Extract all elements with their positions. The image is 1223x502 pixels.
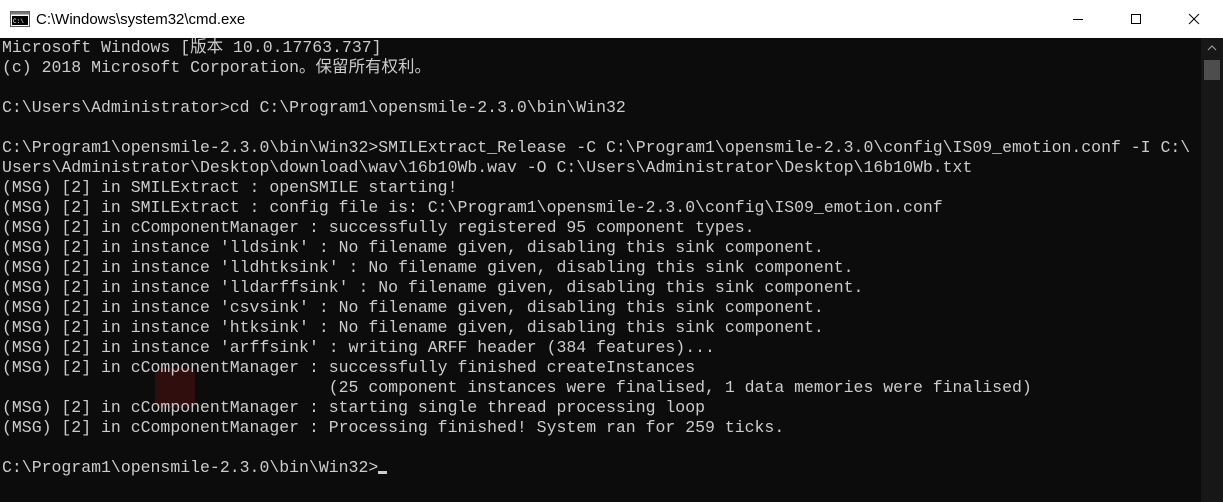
console-line: (MSG) [2] in cComponentManager : Process… — [2, 418, 785, 437]
console-line: (c) 2018 Microsoft Corporation。保留所有权利。 — [2, 58, 432, 77]
console-output[interactable]: Microsoft Windows [版本 10.0.17763.737] (c… — [0, 38, 1201, 502]
svg-text:C:\: C:\ — [13, 18, 24, 25]
vertical-scrollbar[interactable] — [1201, 38, 1223, 502]
console-line: (MSG) [2] in instance 'htksink' : No fil… — [2, 318, 824, 337]
console-line: (MSG) [2] in cComponentManager : success… — [2, 218, 755, 237]
scroll-thumb[interactable] — [1204, 60, 1220, 80]
window-controls — [1049, 0, 1223, 38]
cmd-window: C:\ C:\Windows\system32\cmd.exe Microsof… — [0, 0, 1223, 502]
chevron-up-icon — [1207, 45, 1217, 51]
console-line: Microsoft Windows [版本 10.0.17763.737] — [2, 38, 382, 57]
console-line: (MSG) [2] in cComponentManager : success… — [2, 358, 696, 377]
console-line: C:\Program1\opensmile-2.3.0\bin\Win32>SM… — [2, 138, 1191, 157]
scroll-up-button[interactable] — [1201, 38, 1223, 58]
console-line: (MSG) [2] in SMILExtract : config file i… — [2, 198, 943, 217]
console-line: Users\Administrator\Desktop\download\wav… — [2, 158, 973, 177]
minimize-icon — [1073, 19, 1083, 20]
title-bar[interactable]: C:\ C:\Windows\system32\cmd.exe — [0, 0, 1223, 38]
console-line: (MSG) [2] in instance 'csvsink' : No fil… — [2, 298, 824, 317]
prompt-text: C:\Program1\opensmile-2.3.0\bin\Win32> — [2, 458, 379, 477]
close-icon — [1188, 13, 1200, 25]
prompt-line[interactable]: C:\Program1\opensmile-2.3.0\bin\Win32> — [2, 458, 388, 478]
console-line: (MSG) [2] in instance 'lldhtksink' : No … — [2, 258, 854, 277]
text-cursor — [378, 471, 388, 474]
close-button[interactable] — [1165, 0, 1223, 38]
maximize-button[interactable] — [1107, 0, 1165, 38]
window-title: C:\Windows\system32\cmd.exe — [36, 10, 246, 28]
console-line: (MSG) [2] in instance 'lldarffsink' : No… — [2, 278, 864, 297]
maximize-icon — [1131, 14, 1141, 24]
console-line: C:\Users\Administrator>cd C:\Program1\op… — [2, 98, 626, 117]
cmd-icon[interactable]: C:\ — [10, 11, 30, 27]
console-line: (MSG) [2] in SMILExtract : openSMILE sta… — [2, 178, 458, 197]
console-line: (25 component instances were finalised, … — [2, 378, 1032, 397]
console-line: (MSG) [2] in instance 'lldsink' : No fil… — [2, 238, 824, 257]
console-line: (MSG) [2] in instance 'arffsink' : writi… — [2, 338, 715, 357]
minimize-button[interactable] — [1049, 0, 1107, 38]
console-line: (MSG) [2] in cComponentManager : startin… — [2, 398, 706, 417]
